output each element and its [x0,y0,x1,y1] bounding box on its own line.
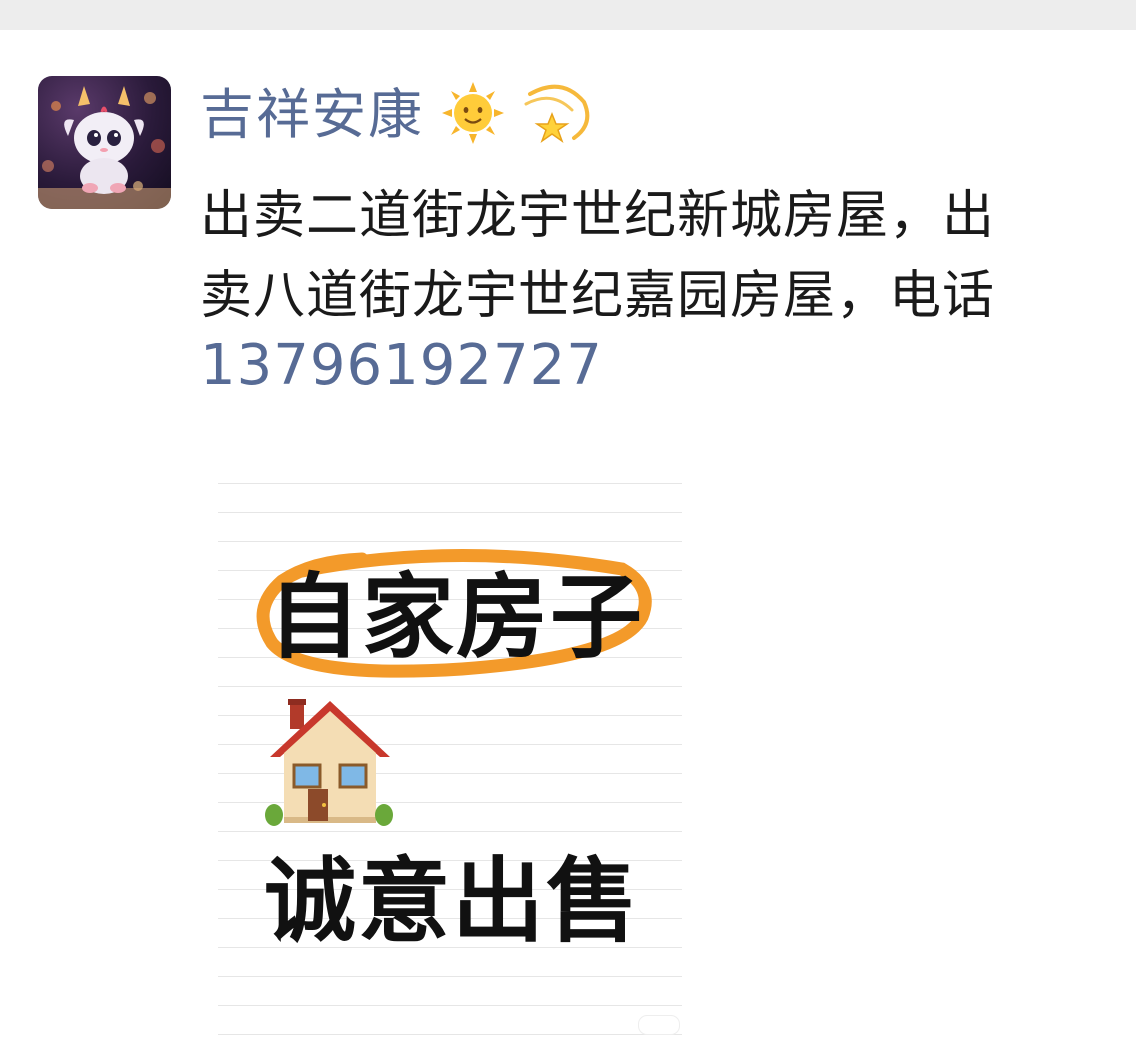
watermark [638,1015,680,1035]
image-subtitle: 诚意出售 [264,848,641,955]
username[interactable]: 吉祥安康 [200,80,424,150]
top-status-bar [0,0,1136,30]
post-text-line: 卖八道街龙宇世纪嘉园房屋，电话 [200,266,996,326]
image-title: 自家房子 [268,564,645,671]
avatar[interactable] [38,76,171,209]
post-image[interactable]: 自家房子 诚意出售 [218,455,682,1047]
dizzy-star-icon [522,80,592,150]
dragon-avatar-icon [38,86,171,209]
post-header: 吉祥安康 [200,80,592,150]
phone-number-link[interactable]: 13796192727 [200,334,603,398]
house-icon [265,699,393,826]
post-body: 出卖二道街龙宇世纪新城房屋，出 卖八道街龙宇世纪嘉园房屋，电话 [200,176,1100,336]
sun-with-face-icon [442,82,504,148]
post-text-line: 出卖二道街龙宇世纪新城房屋，出 [200,186,996,246]
